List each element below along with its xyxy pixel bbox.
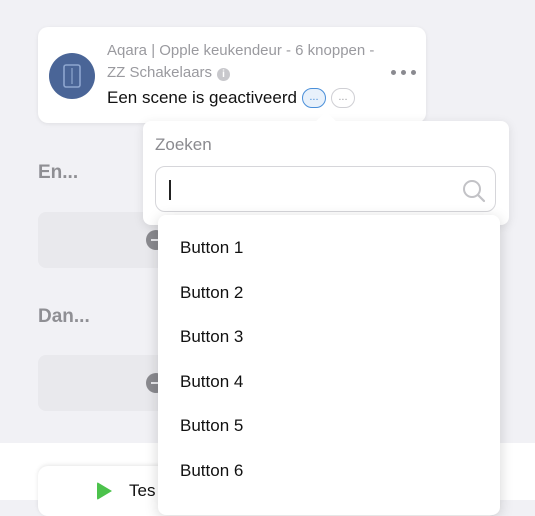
and-section-label: En... [38,162,79,183]
option-item[interactable]: Button 3 [158,315,500,359]
device-icon [49,53,95,99]
option-item[interactable]: Button 5 [158,404,500,448]
option-item[interactable]: Button 1 [158,226,500,270]
trigger-row: Een scene is geactiveerd ... ... [107,86,355,110]
search-icon[interactable] [461,178,487,204]
search-input[interactable] [155,166,496,212]
trigger-text: Een scene is geactiveerd [107,88,297,107]
option-item[interactable]: Button 2 [158,271,500,315]
play-icon [97,482,112,500]
trigger-title-text: Aqara | Opple keukendeur - 6 knoppen - Z… [107,42,375,81]
option-item[interactable]: Button 4 [158,360,500,404]
search-label: Zoeken [155,135,212,154]
argument-pill-active[interactable]: ... [301,88,326,108]
trigger-card[interactable]: Aqara | Opple keukendeur - 6 knoppen - Z… [38,27,426,123]
info-icon[interactable]: i [217,68,231,81]
options-dropdown: Button 1 Button 2 Button 3 Button 4 Butt… [158,215,500,515]
search-popover: Zoeken [143,111,509,225]
text-caret [169,180,171,200]
test-label: Tes [129,481,156,500]
option-item[interactable]: Button 6 [158,449,500,493]
more-icon[interactable] [391,67,417,77]
then-section-label: Dan... [38,306,90,327]
trigger-title: Aqara | Opple keukendeur - 6 knoppen - Z… [107,40,392,84]
argument-pill[interactable]: ... [330,88,355,108]
